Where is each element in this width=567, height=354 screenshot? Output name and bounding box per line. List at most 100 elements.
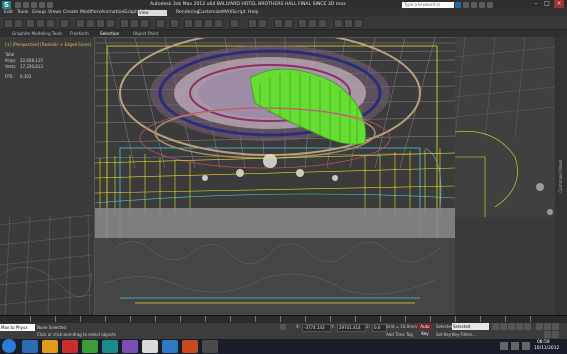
menu-create[interactable]: Create: [63, 10, 78, 15]
rendered-frame-icon[interactable]: [344, 19, 353, 28]
app-taskbar-icon[interactable]: [82, 340, 98, 353]
flag-tray-icon[interactable]: [522, 342, 530, 350]
move-icon[interactable]: [120, 19, 129, 28]
tab-selection[interactable]: Selection: [100, 31, 119, 36]
link-icon[interactable]: [26, 19, 35, 28]
maximize-viewport-icon[interactable]: [552, 331, 559, 338]
app-logo-icon[interactable]: S: [2, 1, 11, 9]
orbit-icon[interactable]: [552, 323, 559, 330]
volume-tray-icon[interactable]: [511, 342, 519, 350]
close-button[interactable]: ×: [554, 0, 564, 8]
3dsmax-taskbar-icon[interactable]: [102, 340, 118, 353]
menu-animation[interactable]: Animation: [101, 10, 124, 15]
menu-tools[interactable]: Tools: [17, 10, 28, 15]
subscription-icon[interactable]: [463, 1, 469, 8]
go-to-end-icon[interactable]: [524, 323, 531, 330]
curve-editor-icon[interactable]: [298, 19, 307, 28]
minimize-button[interactable]: –: [531, 0, 541, 8]
undo-icon[interactable]: [39, 1, 45, 8]
new-file-icon[interactable]: [15, 1, 21, 8]
render-setup-icon[interactable]: [334, 19, 343, 28]
field-of-view-icon[interactable]: [544, 331, 551, 338]
mirror-icon[interactable]: [248, 19, 257, 28]
tab-graphite-modeling-tools[interactable]: Graphite Modeling Tools: [12, 31, 62, 36]
save-file-icon[interactable]: [31, 1, 37, 8]
maxscript-listener[interactable]: Max to Physx: [0, 324, 35, 331]
selection-filter-icon[interactable]: [60, 19, 69, 28]
material-editor-icon[interactable]: [318, 19, 327, 28]
window-crossing-icon[interactable]: [106, 19, 115, 28]
y-coordinate-field[interactable]: 29741.414: [337, 323, 366, 332]
key-filters-button[interactable]: Key Filters...: [452, 332, 476, 337]
angle-snap-icon[interactable]: [194, 19, 203, 28]
graphite-toggle-icon[interactable]: [284, 19, 293, 28]
schematic-view-icon[interactable]: [308, 19, 317, 28]
named-selection-icon[interactable]: [230, 19, 239, 28]
spinner-snap-icon[interactable]: [214, 19, 223, 28]
viewport-label[interactable]: [+] [Perspective] [Realistic + Edged Fac…: [5, 42, 91, 47]
search-icon[interactable]: [455, 1, 461, 8]
set-key-button[interactable]: Set Key: [436, 332, 451, 337]
redo-icon[interactable]: [47, 1, 53, 8]
menu-edit[interactable]: Edit: [4, 10, 13, 15]
menu-rendering[interactable]: Rendering: [176, 10, 199, 15]
photoshop-taskbar-icon[interactable]: [122, 340, 138, 353]
help-icon[interactable]: [487, 1, 493, 8]
x-coordinate-field[interactable]: -3774.143: [302, 323, 331, 332]
tab-object-paint[interactable]: Object Paint: [133, 31, 158, 36]
menu-help[interactable]: Help: [248, 10, 258, 15]
open-file-icon[interactable]: [23, 1, 29, 8]
menu-group[interactable]: Group: [32, 10, 46, 15]
pan-icon[interactable]: [544, 323, 551, 330]
favorites-icon[interactable]: [479, 1, 485, 8]
redo-tool-icon[interactable]: [14, 19, 23, 28]
add-time-tag[interactable]: Add Time Tag: [386, 332, 413, 337]
menu-views[interactable]: Views: [48, 10, 61, 15]
undo-tool-icon[interactable]: [4, 19, 13, 28]
pivot-center-icon[interactable]: [170, 19, 179, 28]
lock-selection-icon[interactable]: [280, 324, 286, 330]
scale-icon[interactable]: [140, 19, 149, 28]
snaps-toggle-icon[interactable]: [184, 19, 193, 28]
rectangular-selection-icon[interactable]: [96, 19, 105, 28]
explorer-taskbar-icon[interactable]: [22, 340, 38, 353]
viewer-taskbar-icon[interactable]: [202, 340, 218, 353]
word-taskbar-icon[interactable]: [162, 340, 178, 353]
unlink-icon[interactable]: [36, 19, 45, 28]
network-tray-icon[interactable]: [500, 342, 508, 350]
auto-key-button[interactable]: Auto Key: [418, 323, 432, 336]
zoom-icon[interactable]: [536, 323, 543, 330]
clock-time[interactable]: 08:59: [537, 340, 550, 345]
align-icon[interactable]: [258, 19, 267, 28]
next-frame-icon[interactable]: [516, 323, 523, 330]
chrome-taskbar-icon[interactable]: [142, 340, 158, 353]
powerpoint-taskbar-icon[interactable]: [182, 340, 198, 353]
perspective-viewport[interactable]: [94, 37, 456, 319]
previous-frame-icon[interactable]: [500, 323, 507, 330]
selected-label: Selected: [436, 324, 454, 329]
menu-modifiers[interactable]: Modifiers: [80, 10, 101, 15]
bind-space-warp-icon[interactable]: [46, 19, 55, 28]
media-taskbar-icon[interactable]: [62, 340, 78, 353]
z-coordinate-field[interactable]: 0.0: [372, 323, 387, 332]
communication-icon[interactable]: [471, 1, 477, 8]
rotate-icon[interactable]: [130, 19, 139, 28]
select-by-name-icon[interactable]: [86, 19, 95, 28]
selected-dropdown[interactable]: Selected: [452, 323, 489, 330]
view-dropdown[interactable]: View: [138, 9, 167, 16]
reference-coordinate-icon[interactable]: [156, 19, 165, 28]
go-to-start-icon[interactable]: [492, 323, 499, 330]
folder-taskbar-icon[interactable]: [42, 340, 58, 353]
start-button[interactable]: [2, 339, 16, 353]
menu-customize[interactable]: Customize: [198, 10, 222, 15]
render-production-icon[interactable]: [354, 19, 363, 28]
layer-manager-icon[interactable]: [274, 19, 283, 28]
percent-snap-icon[interactable]: [204, 19, 213, 28]
select-object-icon[interactable]: [76, 19, 85, 28]
menu-maxscript[interactable]: MAXScript: [222, 10, 246, 15]
maximize-button[interactable]: □: [542, 0, 552, 8]
clock-date[interactable]: 10/11/2012: [534, 346, 559, 351]
tab-freeform[interactable]: Freeform: [70, 31, 89, 36]
search-input[interactable]: Type a keyword or phrase: [402, 1, 454, 13]
play-icon[interactable]: [508, 323, 515, 330]
